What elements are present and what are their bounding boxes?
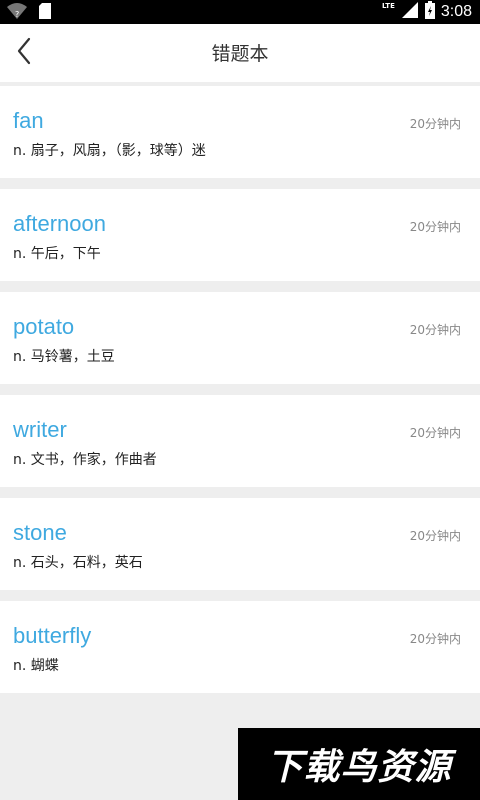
network-type-label: LTE [382,2,395,10]
word-meaning: n. 蝴蝶 [13,658,59,674]
word-time: 20分钟内 [409,220,461,234]
word-time: 20分钟内 [409,117,461,131]
word-meaning: n. 马铃薯，土豆 [13,349,115,365]
word-time: 20分钟内 [409,632,461,646]
word-time: 20分钟内 [409,323,461,337]
word-meaning: n. 扇子，风扇，（影，球等）迷 [13,143,206,159]
sim-card-icon [38,2,52,24]
page-title: 错题本 [211,43,269,65]
word-card[interactable]: writer 20分钟内 n. 文书，作家，作曲者 [0,395,480,487]
word-list: fan 20分钟内 n. 扇子，风扇，（影，球等）迷 afternoon 20分… [0,82,480,704]
word-text: stone [13,520,67,545]
word-card[interactable]: butterfly 20分钟内 n. 蝴蝶 [0,601,480,693]
wifi-icon: ? [6,2,28,24]
battery-icon [424,1,435,23]
signal-icon [401,1,419,23]
word-card[interactable]: potato 20分钟内 n. 马铃薯，土豆 [0,292,480,384]
word-card[interactable]: stone 20分钟内 n. 石头，石料，英石 [0,498,480,590]
word-text: writer [13,417,67,442]
svg-text:?: ? [15,10,19,19]
word-text: fan [13,108,44,133]
app-header: 错题本 [0,24,480,82]
status-time: 3:08 [440,3,472,20]
word-card[interactable]: fan 20分钟内 n. 扇子，风扇，（影，球等）迷 [0,86,480,178]
status-right: LTE 3:08 [382,1,472,23]
word-text: potato [13,314,75,339]
word-text: butterfly [13,623,92,648]
status-left: ? [6,2,52,24]
word-time: 20分钟内 [409,426,461,440]
word-card[interactable]: afternoon 20分钟内 n. 午后，下午 [0,189,480,281]
status-bar: ? LTE 3:08 [0,0,480,24]
watermark-logo: 下载鸟资源 [238,728,480,800]
word-time: 20分钟内 [409,529,461,543]
word-meaning: n. 午后，下午 [13,246,101,262]
word-text: afternoon [13,211,106,236]
word-meaning: n. 石头，石料，英石 [13,555,143,571]
word-meaning: n. 文书，作家，作曲者 [13,452,157,468]
